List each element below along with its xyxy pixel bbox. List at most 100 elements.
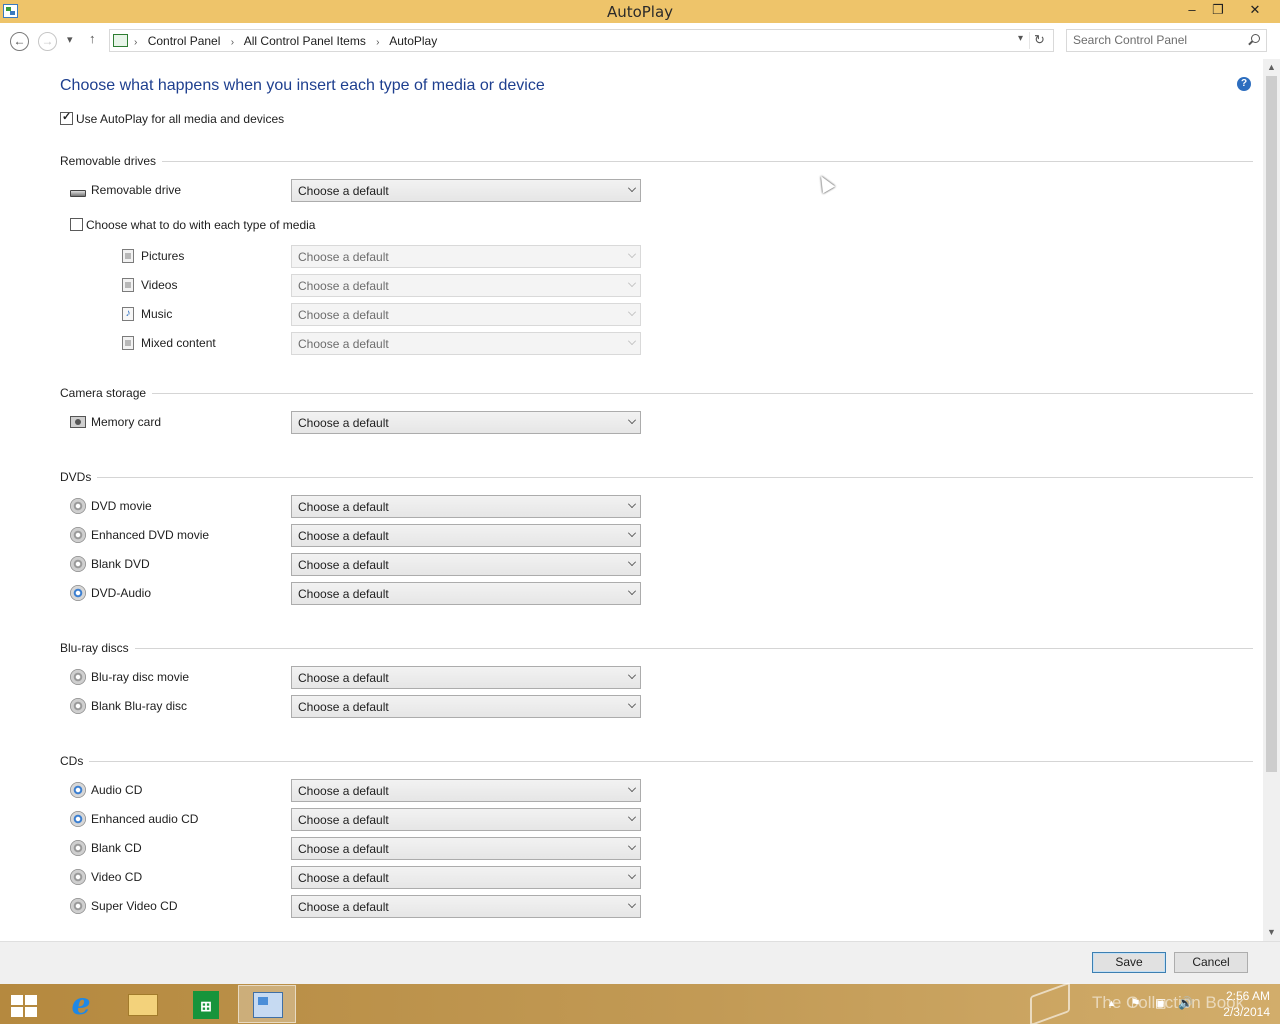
select-value: Choose a default (298, 529, 389, 543)
super-video-cd-select[interactable]: Choose a default (291, 895, 641, 918)
clock-time: 2:56 AM (1225, 989, 1270, 1003)
videos-icon (122, 278, 134, 292)
use-autoplay-label[interactable]: Use AutoPlay for all media and devices (76, 112, 284, 126)
blank-bluray-icon (70, 698, 86, 714)
minimize-button[interactable]: ‒ (1179, 0, 1205, 21)
store-icon: ⊞ (193, 991, 219, 1019)
address-dropdown-button[interactable]: ▾ (1018, 33, 1023, 44)
section-title: Camera storage (60, 386, 153, 400)
system-clock[interactable]: 2:56 AM 2/3/2014 (1200, 988, 1270, 1020)
taskbar-file-explorer[interactable] (114, 985, 172, 1023)
chevron-down-icon (628, 250, 636, 258)
video-cd-select[interactable]: Choose a default (291, 866, 641, 889)
enhanced-dvd-movie-select[interactable]: Choose a default (291, 524, 641, 547)
breadcrumb-control-panel[interactable]: Control Panel (148, 34, 221, 48)
refresh-button[interactable]: ↻ (1029, 32, 1049, 49)
removable-drive-label: Removable drive (91, 183, 182, 197)
audio-cd-select[interactable]: Choose a default (291, 779, 641, 802)
section-removable-drives: Removable drives (60, 154, 1253, 168)
select-value: Choose a default (298, 671, 389, 685)
section-cds: CDs (60, 754, 1253, 768)
chevron-down-icon (628, 871, 636, 879)
dvd-movie-select[interactable]: Choose a default (291, 495, 641, 518)
breadcrumb-separator[interactable]: › (231, 37, 234, 48)
section-divider (60, 161, 1253, 162)
super-video-cd-label: Super Video CD (91, 899, 178, 913)
forward-button[interactable]: → (38, 32, 57, 51)
action-center-flag-icon[interactable]: ⚑ (1130, 996, 1141, 1010)
dvd-audio-select[interactable]: Choose a default (291, 582, 641, 605)
select-value: Choose a default (298, 279, 389, 293)
each-media-type-checkbox[interactable] (70, 218, 83, 231)
memory-card-select[interactable]: Choose a default (291, 411, 641, 434)
taskbar-store[interactable]: ⊞ (176, 985, 234, 1023)
enhanced-audio-cd-select[interactable]: Choose a default (291, 808, 641, 831)
network-icon[interactable]: ▣ (1155, 996, 1166, 1010)
removable-drive-select[interactable]: Choose a default (291, 179, 641, 202)
show-hidden-icons-button[interactable]: ▲ (1107, 998, 1116, 1008)
pictures-label: Pictures (141, 249, 185, 263)
book-watermark-icon (1030, 981, 1070, 1024)
mixed-content-select[interactable]: Choose a default (291, 332, 641, 355)
bluray-movie-select[interactable]: Choose a default (291, 666, 641, 689)
volume-icon[interactable]: 🔊 (1178, 996, 1193, 1010)
section-camera-storage: Camera storage (60, 386, 1253, 400)
up-button[interactable]: ↑ (89, 31, 96, 46)
section-title: CDs (60, 754, 90, 768)
chevron-down-icon (628, 416, 636, 424)
close-button[interactable]: ✕ (1240, 0, 1270, 21)
chevron-down-icon (628, 337, 636, 345)
video-cd-icon (70, 869, 86, 885)
bluray-movie-label: Blu-ray disc movie (91, 670, 190, 684)
taskbar-control-panel[interactable] (238, 985, 296, 1023)
scroll-up-button[interactable]: ▲ (1263, 59, 1280, 76)
blank-dvd-label: Blank DVD (91, 557, 150, 571)
section-title: Removable drives (60, 154, 163, 168)
select-value: Choose a default (298, 184, 389, 198)
page-title: Choose what happens when you insert each… (60, 77, 545, 94)
taskbar-internet-explorer[interactable]: e (52, 985, 110, 1023)
enhanced-dvd-movie-icon (70, 527, 86, 543)
vertical-scrollbar[interactable]: ▲ ▼ (1263, 59, 1280, 941)
search-icon[interactable] (1251, 34, 1260, 43)
music-select[interactable]: Choose a default (291, 303, 641, 326)
videos-select[interactable]: Choose a default (291, 274, 641, 297)
navigation-bar: ← → ▾ ↑ › Control Panel › All Control Pa… (0, 23, 1280, 59)
dialog-footer: Save Cancel (0, 941, 1280, 984)
blank-cd-icon (70, 840, 86, 856)
breadcrumb-all-items[interactable]: All Control Panel Items (244, 34, 366, 48)
breadcrumb-autoplay[interactable]: AutoPlay (389, 34, 437, 48)
search-box[interactable] (1066, 29, 1267, 52)
control-panel-icon (253, 992, 283, 1018)
mixed-content-icon (122, 336, 134, 350)
address-bar[interactable]: › Control Panel › All Control Panel Item… (109, 29, 1054, 52)
breadcrumb-separator[interactable]: › (134, 37, 137, 48)
windows-logo-icon (11, 995, 39, 1019)
clock-date: 2/3/2014 (1223, 1005, 1270, 1019)
blank-dvd-select[interactable]: Choose a default (291, 553, 641, 576)
blank-bluray-select[interactable]: Choose a default (291, 695, 641, 718)
blank-cd-select[interactable]: Choose a default (291, 837, 641, 860)
restore-button[interactable]: ❐ (1205, 0, 1231, 21)
search-input[interactable] (1073, 33, 1243, 47)
memory-card-icon (70, 416, 86, 428)
save-button[interactable]: Save (1092, 952, 1166, 973)
select-value: Choose a default (298, 308, 389, 322)
scroll-thumb[interactable] (1266, 76, 1277, 772)
audio-cd-icon (70, 782, 86, 798)
cancel-button[interactable]: Cancel (1174, 952, 1248, 973)
start-button[interactable] (0, 985, 50, 1023)
recent-locations-dropdown[interactable]: ▾ (67, 33, 73, 46)
super-video-cd-icon (70, 898, 86, 914)
mixed-content-label: Mixed content (141, 336, 216, 350)
scroll-down-button[interactable]: ▼ (1263, 924, 1280, 941)
breadcrumb-separator[interactable]: › (376, 37, 379, 48)
help-icon[interactable]: ? (1237, 77, 1251, 91)
chevron-down-icon (628, 587, 636, 595)
each-media-type-label[interactable]: Choose what to do with each type of medi… (86, 218, 315, 232)
back-button[interactable]: ← (10, 32, 29, 51)
select-value: Choose a default (298, 587, 389, 601)
bluray-movie-icon (70, 669, 86, 685)
pictures-select[interactable]: Choose a default (291, 245, 641, 268)
use-autoplay-checkbox[interactable] (60, 110, 73, 125)
